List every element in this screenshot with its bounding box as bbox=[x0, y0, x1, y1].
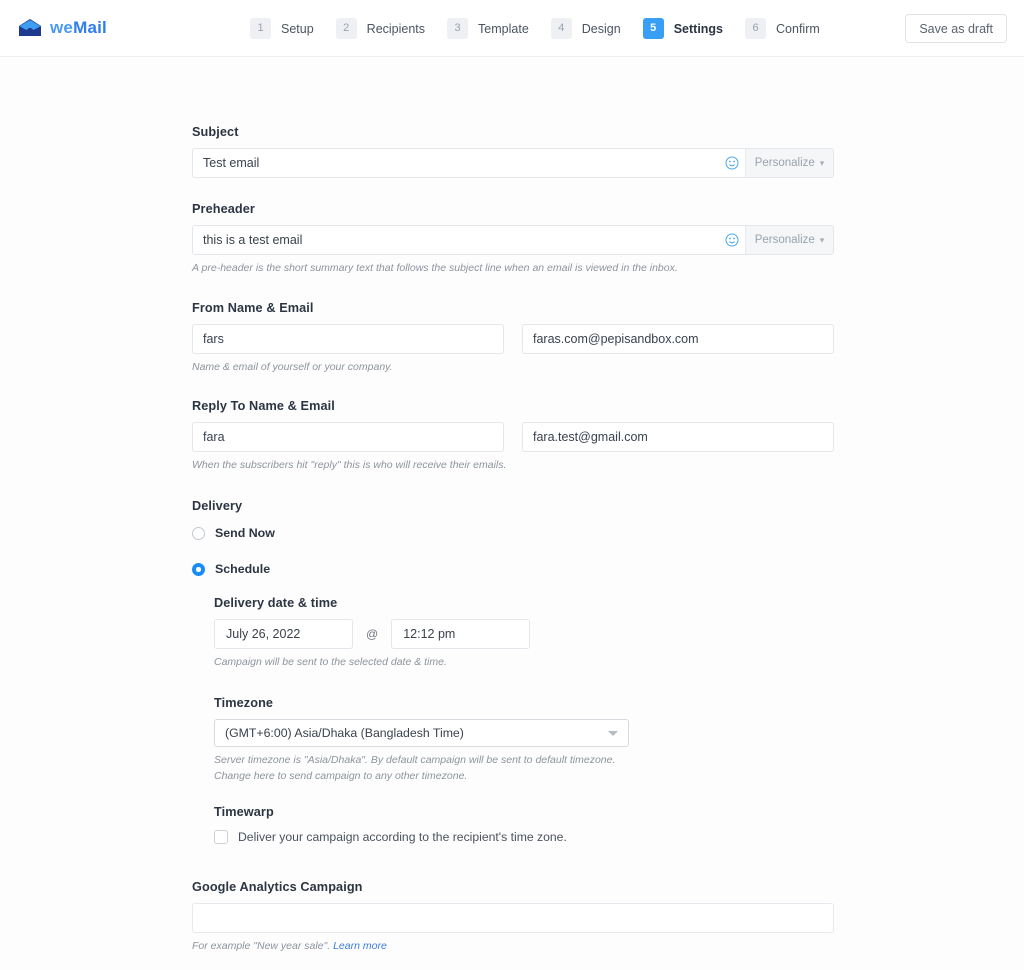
step-badge-4: 4 bbox=[550, 18, 572, 39]
preheader-input-group: this is a test email Personalize ▾ bbox=[192, 225, 834, 255]
reply-to-name-input[interactable]: fara bbox=[192, 421, 504, 452]
timezone-select-value: (GMT+6:00) Asia/Dhaka (Bangladesh Time) bbox=[225, 726, 464, 740]
step-badge-5: 5 bbox=[642, 18, 664, 39]
delivery-date-input[interactable]: July 26, 2022 bbox=[214, 619, 353, 650]
preheader-input[interactable]: this is a test email bbox=[193, 226, 719, 254]
delivery-section: Delivery Send Now Schedule Delivery date… bbox=[192, 499, 834, 844]
from-email-input[interactable]: faras.com@pepisandbox.com bbox=[522, 323, 834, 354]
envelope-icon bbox=[17, 18, 43, 38]
step-badge-1: 1 bbox=[250, 18, 271, 39]
step-badge-3: 3 bbox=[447, 18, 469, 39]
radio-send-now-indicator bbox=[192, 526, 205, 540]
radio-send-now[interactable]: Send Now bbox=[192, 526, 834, 540]
subject-input-group: Test email Personalize ▾ bbox=[192, 148, 834, 178]
chevron-down-icon: ▾ bbox=[819, 157, 825, 168]
smiley-icon[interactable] bbox=[719, 226, 745, 254]
subject-input[interactable]: Test email bbox=[193, 149, 719, 177]
save-as-draft-button[interactable]: Save as draft bbox=[905, 14, 1007, 43]
settings-form: Subject Test email Personalize ▾ Prehead… bbox=[192, 125, 834, 970]
learn-more-link[interactable]: Learn more bbox=[333, 940, 387, 952]
step-label-settings: Settings bbox=[673, 21, 724, 36]
timezone-select[interactable]: (GMT+6:00) Asia/Dhaka (Bangladesh Time) bbox=[214, 719, 629, 747]
reply-to-section: Reply To Name & Email fara fara.test@gma… bbox=[192, 399, 834, 474]
timezone-label: Timezone bbox=[214, 696, 274, 710]
reply-to-label: Reply To Name & Email bbox=[192, 398, 335, 413]
timewarp-label: Timewarp bbox=[214, 804, 274, 819]
step-label-confirm: Confirm bbox=[776, 21, 820, 36]
step-setup[interactable]: 1 Setup bbox=[250, 18, 336, 39]
timezone-hint: Server timezone is "Asia/Dhaka". By defa… bbox=[214, 754, 616, 782]
from-fields: fars faras.com@pepisandbox.com bbox=[192, 323, 834, 354]
step-label-design: Design bbox=[581, 21, 621, 36]
chevron-down-icon bbox=[608, 730, 618, 736]
step-badge-6: 6 bbox=[745, 18, 767, 39]
radio-schedule-indicator bbox=[192, 562, 205, 576]
from-label: From Name & Email bbox=[192, 300, 314, 315]
timewarp-checkbox[interactable] bbox=[214, 829, 228, 844]
subject-section: Subject Test email Personalize ▾ bbox=[192, 125, 834, 178]
campaign-settings-page: weMail 1 Setup 2 Recipients 3 Template 4… bbox=[0, 0, 1024, 970]
preheader-hint: A pre-header is the short summary text t… bbox=[192, 262, 678, 274]
google-analytics-hint-text: For example "New year sale". bbox=[192, 939, 334, 952]
timezone-group: Timezone (GMT+6:00) Asia/Dhaka (Banglade… bbox=[214, 696, 834, 785]
from-hint: Name & email of yourself or your company… bbox=[192, 360, 393, 373]
preheader-personalize-label: Personalize bbox=[754, 234, 815, 246]
step-label-template: Template bbox=[478, 21, 529, 36]
smiley-icon[interactable] bbox=[719, 149, 745, 177]
delivery-time-input[interactable]: 12:12 pm bbox=[391, 619, 531, 650]
delivery-datetime-group: Delivery date & time July 26, 2022 @ 12:… bbox=[214, 596, 834, 671]
google-analytics-input[interactable] bbox=[192, 902, 834, 933]
delivery-datetime-fields: July 26, 2022 @ 12:12 pm bbox=[214, 619, 834, 650]
from-name-input[interactable]: fars bbox=[192, 323, 504, 354]
delivery-datetime-hint: Campaign will be sent to the selected da… bbox=[214, 656, 447, 669]
step-settings[interactable]: 5 Settings bbox=[642, 18, 745, 39]
step-design[interactable]: 4 Design bbox=[550, 18, 643, 39]
step-recipients[interactable]: 2 Recipients bbox=[335, 18, 447, 39]
radio-send-now-label: Send Now bbox=[215, 526, 275, 541]
delivery-label: Delivery bbox=[192, 499, 243, 514]
google-analytics-hint: For example "New year sale". Learn more bbox=[192, 939, 834, 955]
google-analytics-section: Google Analytics Campaign For example "N… bbox=[192, 880, 834, 955]
timewarp-group: Timewarp Deliver your campaign according… bbox=[214, 805, 834, 844]
timewarp-checkbox-row[interactable]: Deliver your campaign according to the r… bbox=[214, 829, 834, 844]
google-analytics-label: Google Analytics Campaign bbox=[192, 879, 363, 894]
subject-personalize-label: Personalize bbox=[754, 157, 815, 169]
step-confirm[interactable]: 6 Confirm bbox=[745, 18, 842, 39]
preheader-label: Preheader bbox=[192, 202, 255, 216]
step-badge-2: 2 bbox=[335, 18, 357, 39]
chevron-down-icon: ▾ bbox=[819, 234, 825, 245]
preheader-section: Preheader this is a test email Personali… bbox=[192, 202, 834, 277]
reply-to-fields: fara fara.test@gmail.com bbox=[192, 421, 834, 452]
subject-personalize-button[interactable]: Personalize ▾ bbox=[745, 149, 833, 177]
preheader-personalize-button[interactable]: Personalize ▾ bbox=[745, 226, 833, 254]
from-section: From Name & Email fars faras.com@pepisan… bbox=[192, 301, 834, 376]
timewarp-checkbox-label: Deliver your campaign according to the r… bbox=[238, 829, 567, 844]
wizard-steps: 1 Setup 2 Recipients 3 Template 4 Design… bbox=[250, 0, 842, 57]
reply-to-hint: When the subscribers hit "reply" this is… bbox=[192, 458, 507, 471]
logo-text-we: we bbox=[50, 18, 74, 37]
radio-schedule[interactable]: Schedule bbox=[192, 562, 834, 576]
logo-text-mail: Mail bbox=[73, 18, 107, 37]
app-header: weMail 1 Setup 2 Recipients 3 Template 4… bbox=[0, 0, 1024, 57]
step-label-setup: Setup bbox=[281, 21, 314, 36]
step-template[interactable]: 3 Template bbox=[447, 18, 551, 39]
datetime-separator: @ bbox=[366, 627, 379, 642]
step-label-recipients: Recipients bbox=[366, 21, 426, 36]
app-logo[interactable]: weMail bbox=[17, 18, 107, 38]
radio-schedule-label: Schedule bbox=[215, 562, 271, 577]
subject-label: Subject bbox=[192, 125, 239, 139]
delivery-datetime-label: Delivery date & time bbox=[214, 596, 338, 611]
reply-to-email-input[interactable]: fara.test@gmail.com bbox=[522, 421, 834, 452]
logo-text: weMail bbox=[50, 18, 107, 38]
